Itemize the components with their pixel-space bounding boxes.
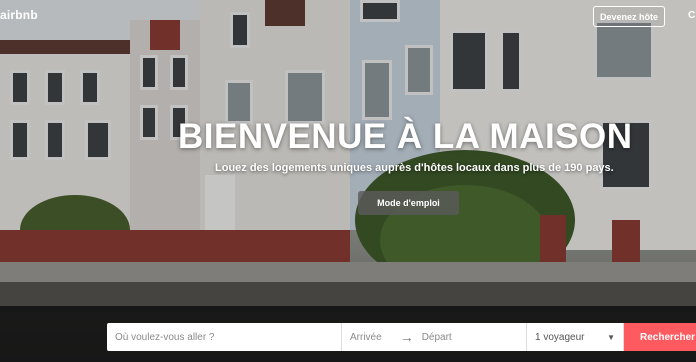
checkin-input[interactable]: Arrivée: [350, 332, 382, 343]
guests-value: 1 voyageur: [535, 331, 585, 343]
airbnb-logo[interactable]: airbnb: [0, 8, 38, 22]
dates-field: Arrivée → Départ: [342, 323, 527, 351]
chevron-down-icon: ▼: [607, 332, 615, 342]
checkout-input[interactable]: Départ: [422, 332, 452, 343]
become-host-button[interactable]: Devenez hôte: [593, 6, 665, 27]
search-button[interactable]: Rechercher: [624, 323, 696, 351]
how-it-works-button[interactable]: Mode d'emploi: [358, 191, 459, 215]
destination-placeholder: Où voulez-vous aller ?: [115, 331, 215, 343]
search-form: Où voulez-vous aller ? Arrivée → Départ …: [107, 323, 696, 351]
page-title: BIENVENUE À LA MAISON: [178, 117, 633, 156]
login-link[interactable]: C: [688, 10, 695, 21]
page-subtitle: Louez des logements uniques auprès d'hôt…: [215, 162, 614, 174]
arrow-right-icon: →: [399, 329, 414, 345]
guests-select[interactable]: 1 voyageur ▼: [527, 323, 624, 351]
destination-input[interactable]: Où voulez-vous aller ?: [107, 323, 342, 351]
